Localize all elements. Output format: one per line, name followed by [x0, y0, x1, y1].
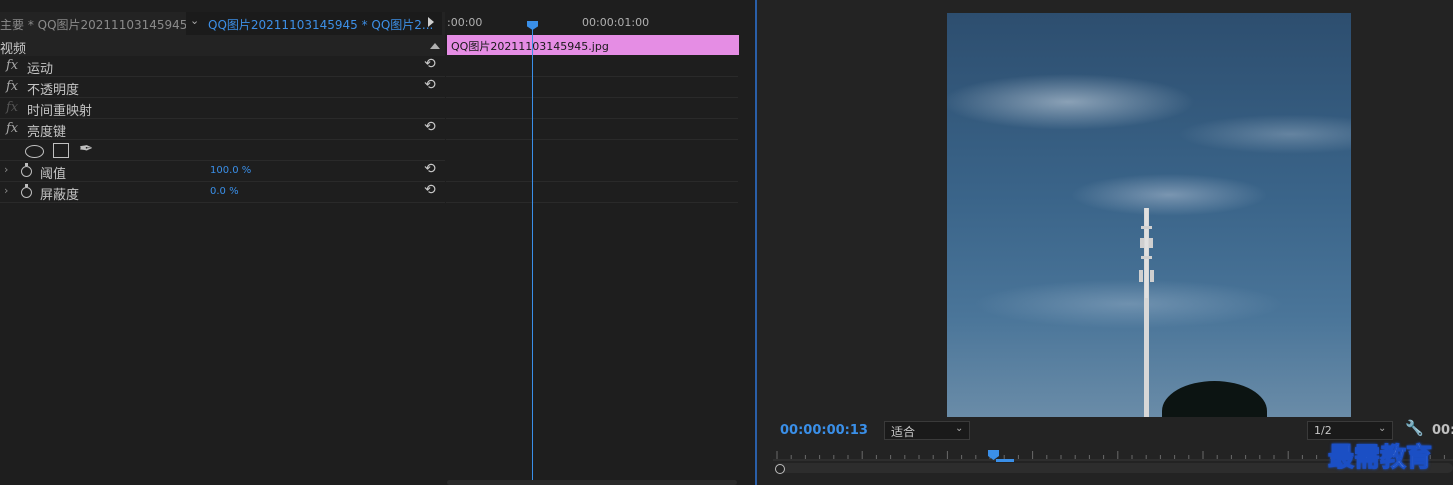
duration-timecode: 00:	[1432, 423, 1453, 438]
chevron-right-icon[interactable]: ›	[4, 184, 8, 197]
timeline-playhead-line[interactable]	[532, 22, 533, 482]
effect-label: 时间重映射	[27, 104, 93, 119]
effect-row-motion[interactable]: fx 运动 ⟲	[0, 56, 445, 77]
sequence-clip-label: QQ图片20211103145945 * QQ图片2...	[208, 18, 434, 32]
fx-icon[interactable]: fx	[6, 58, 18, 73]
property-value[interactable]: 100.0 %	[210, 165, 251, 176]
video-section-header: 视频	[0, 35, 445, 57]
reset-icon[interactable]: ⟲	[424, 161, 436, 177]
effect-label: 不透明度	[27, 83, 80, 98]
tower-antenna	[1139, 208, 1154, 298]
track-divider	[446, 76, 738, 77]
fit-value: 适合	[891, 425, 916, 439]
pen-mask-icon[interactable]: ✒	[79, 139, 93, 159]
fx-icon: fx	[6, 100, 19, 115]
monitor-playhead-range	[996, 459, 1014, 462]
ruler-label: :00:00	[447, 16, 483, 29]
source-clip-label[interactable]: 主要 * QQ图片20211103145945.jpg	[0, 16, 210, 33]
track-divider	[446, 202, 738, 203]
reset-icon[interactable]: ⟲	[424, 77, 436, 93]
clip-name: QQ图片20211103145945.jpg	[451, 40, 609, 53]
wrench-icon[interactable]: 🔧	[1405, 419, 1424, 437]
effect-row-opacity[interactable]: fx 不透明度 ⟲	[0, 77, 445, 98]
effect-controls-header: 主要 * QQ图片20211103145945.jpg ⌄ QQ图片202111…	[0, 12, 445, 36]
property-label: 阈值	[40, 167, 67, 182]
reset-icon[interactable]: ⟲	[424, 182, 436, 198]
timeline-scrollbar[interactable]	[447, 480, 737, 485]
track-divider	[446, 181, 738, 182]
tree-silhouette	[1162, 381, 1267, 417]
effect-label: 亮度键	[27, 125, 67, 140]
ruler-label: 00:00:01:00	[582, 16, 650, 29]
collapse-up-icon[interactable]	[430, 43, 440, 49]
sequence-dropdown[interactable]: ⌄ QQ图片20211103145945 * QQ图片2...	[186, 12, 442, 35]
stopwatch-icon[interactable]	[21, 184, 32, 198]
video-preview[interactable]	[947, 13, 1351, 417]
track-divider	[446, 97, 738, 98]
show-timeline-triangle-icon[interactable]	[428, 17, 434, 27]
chevron-down-icon: ⌄	[190, 14, 200, 27]
resolution-value: 1/2	[1314, 424, 1332, 437]
property-row-cutoff[interactable]: › 屏蔽度 0.0 % ⟲	[0, 182, 445, 203]
effect-label: 运动	[27, 62, 54, 77]
chevron-right-icon[interactable]: ›	[4, 163, 8, 176]
reset-icon[interactable]: ⟲	[424, 56, 436, 72]
ellipse-mask-icon[interactable]	[25, 145, 44, 158]
rectangle-mask-icon[interactable]	[53, 143, 69, 158]
fx-icon[interactable]: fx	[6, 121, 18, 136]
chevron-down-icon: ⌄	[1378, 423, 1387, 434]
track-divider	[446, 118, 738, 119]
property-row-threshold[interactable]: › 阈值 100.0 % ⟲	[0, 161, 445, 182]
timeline-clip[interactable]: QQ图片20211103145945.jpg	[447, 35, 739, 55]
effect-row-luma-key[interactable]: fx 亮度键 ⟲	[0, 119, 445, 140]
fx-icon[interactable]: fx	[6, 79, 18, 94]
property-label: 屏蔽度	[40, 188, 80, 203]
stopwatch-icon[interactable]	[21, 163, 32, 177]
chevron-down-icon: ⌄	[955, 423, 964, 434]
property-value[interactable]: 0.0 %	[210, 186, 239, 197]
playhead-timecode[interactable]: 00:00:00:13	[780, 423, 868, 438]
track-divider	[446, 139, 738, 140]
scrollbar-handle[interactable]	[775, 464, 785, 474]
watermark-logo: 最需教育	[1327, 443, 1433, 474]
zoom-fit-select[interactable]: 适合 ⌄	[884, 421, 970, 440]
effect-row-time-remap[interactable]: fx 时间重映射	[0, 98, 445, 119]
reset-icon[interactable]: ⟲	[424, 119, 436, 135]
mini-timeline[interactable]: :00:00 00:00:01:00	[445, 12, 754, 485]
video-section-label: 视频	[0, 42, 27, 57]
timeline-ruler[interactable]: :00:00 00:00:01:00	[445, 12, 745, 35]
